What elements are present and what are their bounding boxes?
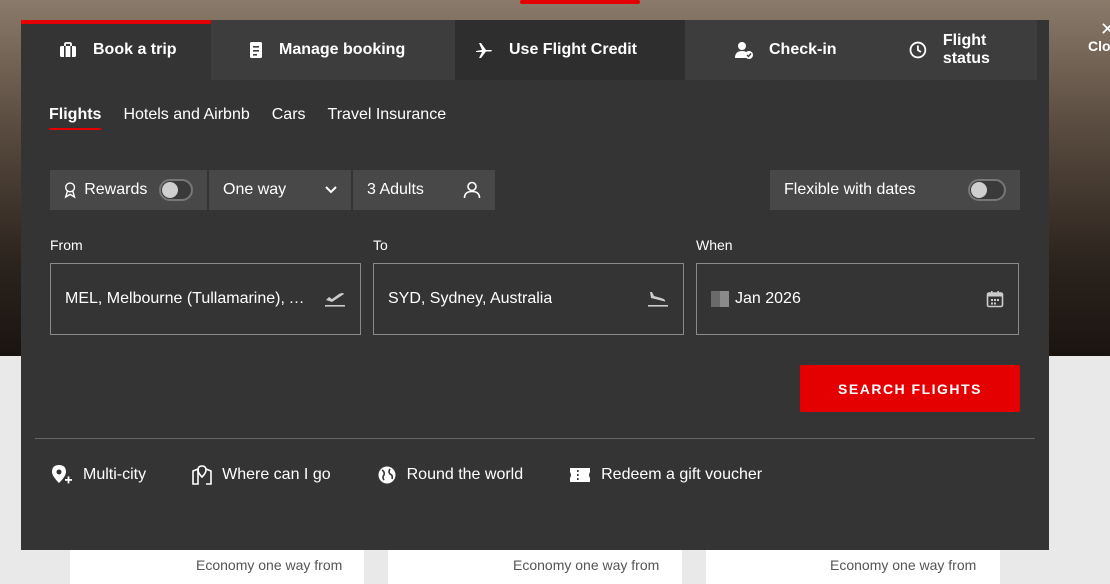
close-button[interactable]: ✕ Clo — [1088, 20, 1110, 54]
when-field[interactable]: Jan 2026 — [696, 263, 1019, 335]
to-label: To — [373, 237, 388, 253]
trip-options: Rewards One way 3 Adults — [50, 170, 497, 210]
link-where-can-i-go[interactable]: Where can I go — [192, 465, 331, 485]
link-redeem-gift-voucher[interactable]: Redeem a gift voucher — [569, 466, 762, 484]
trip-type-value: One way — [223, 181, 287, 198]
date-placeholder-icon — [711, 291, 729, 307]
tab-flight-status[interactable]: Flight status — [865, 20, 1037, 80]
rewards-label: Rewards — [84, 181, 148, 198]
booking-icon — [250, 42, 262, 58]
location-plus-icon — [52, 465, 72, 484]
flexible-dates-toggle-row[interactable]: Flexible with dates — [770, 170, 1020, 210]
tab-label: Flight status — [942, 32, 990, 67]
tab-manage-booking[interactable]: Manage booking — [211, 20, 455, 80]
person-icon — [463, 181, 481, 199]
flexible-dates-toggle[interactable] — [968, 179, 1006, 201]
tab-label: Manage booking — [279, 41, 406, 58]
main-tabs: Book a trip Manage booking Use Flight Cr… — [21, 20, 1037, 80]
clock-icon — [909, 41, 927, 59]
tab-use-flight-credit[interactable]: Use Flight Credit — [455, 20, 685, 80]
from-field[interactable]: MEL, Melbourne (Tullamarine), Australia — [50, 263, 361, 335]
link-label: Round the world — [406, 466, 524, 483]
award-icon — [64, 182, 76, 199]
link-round-the-world[interactable]: Round the world — [377, 465, 524, 485]
tab-label: Book a trip — [93, 41, 177, 58]
booking-panel: Book a trip Manage booking Use Flight Cr… — [21, 20, 1049, 550]
voucher-icon — [570, 468, 591, 482]
tab-label: Check-in — [769, 41, 837, 58]
deal-text: Economy one way from — [830, 557, 977, 573]
passengers-select[interactable]: 3 Adults — [353, 170, 495, 210]
search-flights-button[interactable]: SEARCH FLIGHTS — [800, 365, 1020, 412]
calendar-icon — [986, 291, 1004, 308]
close-label: Clo — [1088, 38, 1110, 54]
link-multi-city[interactable]: Multi-city — [51, 464, 146, 486]
hero-accent-bar — [520, 0, 640, 4]
tab-check-in[interactable]: Check-in — [685, 20, 865, 80]
subtab-hotels[interactable]: Hotels and Airbnb — [123, 106, 249, 130]
departure-icon — [325, 293, 345, 307]
checkin-icon — [735, 42, 753, 59]
subtab-travel-insurance[interactable]: Travel Insurance — [328, 106, 447, 130]
flexible-label: Flexible with dates — [784, 181, 916, 198]
deal-text: Economy one way from — [196, 557, 343, 573]
to-field[interactable]: SYD, Sydney, Australia — [373, 263, 684, 335]
globe-icon — [378, 466, 396, 484]
chevron-down-icon — [325, 186, 337, 194]
tab-label: Use Flight Credit — [509, 41, 638, 58]
arrival-icon — [648, 292, 668, 307]
flexible-dates-row: Flexible with dates — [770, 170, 1022, 210]
link-label: Multi-city — [83, 466, 147, 483]
link-label: Redeem a gift voucher — [601, 466, 763, 483]
plane-icon — [476, 43, 492, 58]
trip-type-select[interactable]: One way — [209, 170, 351, 210]
when-label: When — [696, 237, 733, 253]
rewards-toggle-row[interactable]: Rewards — [50, 170, 207, 210]
map-pin-icon — [192, 465, 212, 485]
when-value: Jan 2026 — [735, 290, 801, 307]
to-value: SYD, Sydney, Australia — [388, 290, 553, 307]
passengers-value: 3 Adults — [367, 181, 424, 198]
subtab-flights[interactable]: Flights — [49, 106, 102, 130]
tab-book-a-trip[interactable]: Book a trip — [21, 20, 211, 80]
quick-links: Multi-city Where can I go Round the worl… — [51, 464, 808, 486]
close-icon: ✕ — [1100, 19, 1110, 39]
divider — [35, 438, 1035, 439]
deal-text: Economy one way from — [513, 557, 660, 573]
link-label: Where can I go — [222, 466, 331, 483]
rewards-toggle[interactable] — [159, 179, 193, 201]
subtab-cars[interactable]: Cars — [272, 106, 306, 130]
suitcase-icon — [60, 42, 76, 57]
from-value: MEL, Melbourne (Tullamarine), Australia — [65, 290, 313, 307]
sub-tabs: Flights Hotels and Airbnb Cars Travel In… — [49, 106, 468, 130]
from-label: From — [50, 237, 83, 253]
